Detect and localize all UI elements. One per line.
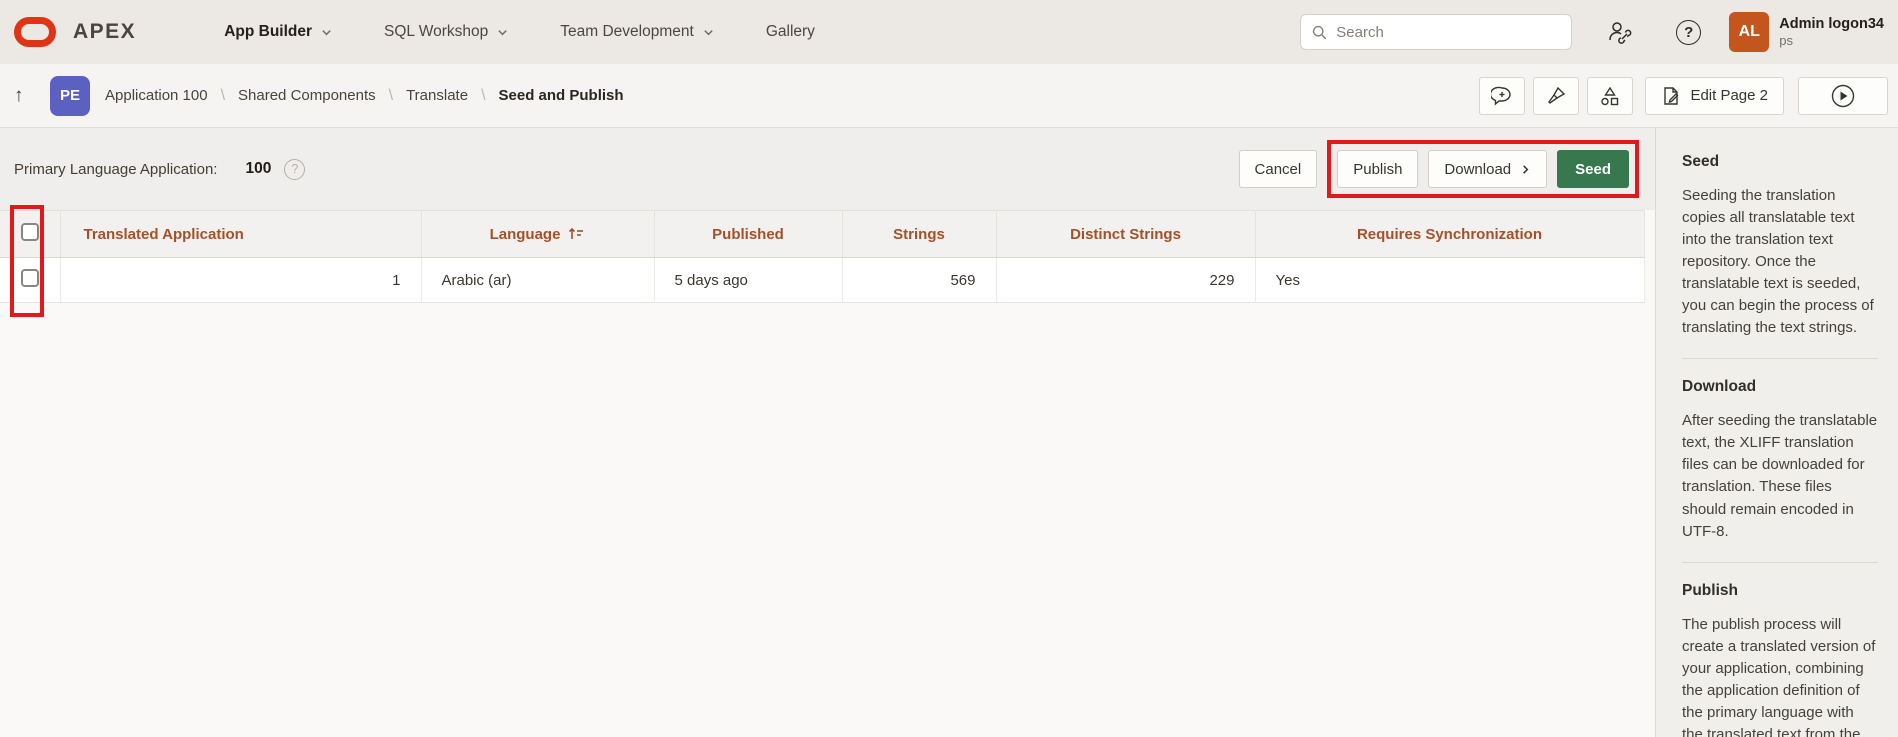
- search-box[interactable]: [1300, 14, 1572, 50]
- crumb-separator: \: [221, 87, 225, 105]
- col-published[interactable]: Published: [654, 211, 842, 258]
- nav-app-builder[interactable]: App Builder: [198, 0, 358, 64]
- annotation-box-buttons: Publish Download Seed: [1327, 140, 1639, 198]
- nav-sql-workshop[interactable]: SQL Workshop: [358, 0, 534, 64]
- cell-strings: 569: [842, 258, 996, 303]
- top-header: APEX App Builder SQL Workshop Team Devel…: [0, 0, 1898, 64]
- sidebar-heading: Publish: [1682, 582, 1878, 600]
- sidebar-section-publish: Publish The publish process will create …: [1682, 582, 1878, 737]
- primary-language-value: 100: [245, 160, 271, 178]
- sidebar-body: Seeding the translation copies all trans…: [1682, 185, 1878, 339]
- content-area: Primary Language Application: 100 ? Canc…: [0, 128, 1655, 737]
- crumb-translate[interactable]: Translate: [406, 87, 468, 104]
- sidebar-section-download: Download After seeding the translatable …: [1682, 378, 1878, 562]
- feedback-bubble-icon: [1491, 85, 1513, 107]
- top-right-tools: ? AL Admin logon34 ps: [1300, 12, 1884, 52]
- shapes-icon: [1598, 84, 1622, 108]
- main-nav: App Builder SQL Workshop Team Developmen…: [198, 0, 841, 64]
- field-help-icon[interactable]: ?: [284, 159, 305, 180]
- crumb-separator: \: [481, 87, 485, 105]
- cell-distinct-strings: 229: [996, 258, 1255, 303]
- nav-team-development[interactable]: Team Development: [534, 0, 740, 64]
- component-view-button[interactable]: [1587, 77, 1633, 115]
- user-info[interactable]: Admin logon34 ps: [1779, 16, 1884, 49]
- breadcrumb-bar: ↑ PE Application 100 \ Shared Components…: [0, 64, 1898, 128]
- help-icon[interactable]: ?: [1676, 20, 1701, 45]
- search-icon: [1311, 24, 1328, 41]
- col-language-label: Language: [490, 226, 561, 243]
- crumb-separator: \: [389, 87, 393, 105]
- play-icon: [1830, 83, 1856, 109]
- sidebar-section-seed: Seed Seeding the translation copies all …: [1682, 153, 1878, 359]
- main-region: Primary Language Application: 100 ? Canc…: [0, 128, 1898, 737]
- download-button[interactable]: Download: [1428, 150, 1547, 188]
- col-distinct-strings[interactable]: Distinct Strings: [996, 211, 1255, 258]
- crumb-shared-components[interactable]: Shared Components: [238, 87, 376, 104]
- help-sidebar: Seed Seeding the translation copies all …: [1655, 128, 1898, 737]
- user-name: Admin logon34: [1779, 16, 1884, 33]
- chevron-right-icon: [1520, 164, 1531, 175]
- select-all-cell: [0, 211, 60, 258]
- publish-button[interactable]: Publish: [1337, 150, 1418, 188]
- chevron-down-icon: [321, 27, 332, 38]
- up-arrow-icon[interactable]: ↑: [14, 85, 34, 107]
- row-checkbox[interactable]: [21, 269, 39, 287]
- theme-roller-button[interactable]: [1533, 77, 1579, 115]
- translations-table: Translated Application Language Publishe…: [0, 210, 1645, 303]
- cell-requires-synchronization: Yes: [1255, 258, 1644, 303]
- col-translated-application[interactable]: Translated Application: [60, 211, 421, 258]
- feedback-button[interactable]: [1479, 77, 1525, 115]
- help-glyph: ?: [291, 162, 298, 176]
- sidebar-heading: Seed: [1682, 153, 1878, 171]
- nav-label: SQL Workshop: [384, 23, 488, 41]
- sidebar-body: The publish process will create a transl…: [1682, 614, 1878, 737]
- search-input[interactable]: [1336, 24, 1561, 41]
- sidebar-body: After seeding the translatable text, the…: [1682, 410, 1878, 542]
- crumb-application[interactable]: Application 100: [105, 87, 208, 104]
- nav-label: Team Development: [560, 23, 694, 41]
- flashlight-icon: [1545, 85, 1567, 107]
- seed-button[interactable]: Seed: [1557, 150, 1629, 188]
- crumb-current-page: Seed and Publish: [499, 87, 624, 104]
- sidebar-heading: Download: [1682, 378, 1878, 396]
- user-workspace: ps: [1779, 33, 1884, 49]
- nav-gallery[interactable]: Gallery: [740, 0, 841, 64]
- sort-ascending-icon: [567, 226, 585, 241]
- nav-label: App Builder: [224, 23, 312, 41]
- col-language[interactable]: Language: [421, 211, 654, 258]
- admin-wrench-icon[interactable]: [1606, 19, 1632, 45]
- chevron-down-icon: [703, 27, 714, 38]
- col-strings[interactable]: Strings: [842, 211, 996, 258]
- apex-brand: APEX: [73, 20, 136, 44]
- col-requires-synchronization[interactable]: Requires Synchronization: [1255, 211, 1644, 258]
- run-page-button[interactable]: [1798, 77, 1888, 115]
- download-label: Download: [1444, 161, 1511, 178]
- nav-label: Gallery: [766, 23, 815, 41]
- help-glyph: ?: [1684, 24, 1693, 41]
- row-select-cell: [0, 258, 60, 303]
- app-badge[interactable]: PE: [50, 76, 90, 116]
- breadcrumb: Application 100 \ Shared Components \ Tr…: [105, 87, 624, 105]
- primary-language-label: Primary Language Application:: [14, 161, 217, 178]
- cell-language: Arabic (ar): [421, 258, 654, 303]
- cancel-button[interactable]: Cancel: [1239, 150, 1318, 188]
- edit-page-button[interactable]: Edit Page 2: [1645, 77, 1784, 115]
- page-header-band: Primary Language Application: 100 ? Canc…: [0, 128, 1655, 210]
- table-row: 1 Arabic (ar) 5 days ago 569 229 Yes: [0, 258, 1644, 303]
- cell-translated-application: 1: [60, 258, 421, 303]
- page-toolbar: Edit Page 2: [1479, 77, 1888, 115]
- oracle-logo-icon: [14, 17, 56, 47]
- table-header-row: Translated Application Language Publishe…: [0, 211, 1644, 258]
- avatar[interactable]: AL: [1729, 12, 1769, 52]
- chevron-down-icon: [497, 27, 508, 38]
- select-all-checkbox[interactable]: [21, 223, 39, 241]
- edit-page-icon: [1661, 86, 1681, 106]
- edit-page-label: Edit Page 2: [1690, 87, 1768, 104]
- cell-published: 5 days ago: [654, 258, 842, 303]
- action-buttons: Cancel Publish Download Seed: [1239, 140, 1639, 198]
